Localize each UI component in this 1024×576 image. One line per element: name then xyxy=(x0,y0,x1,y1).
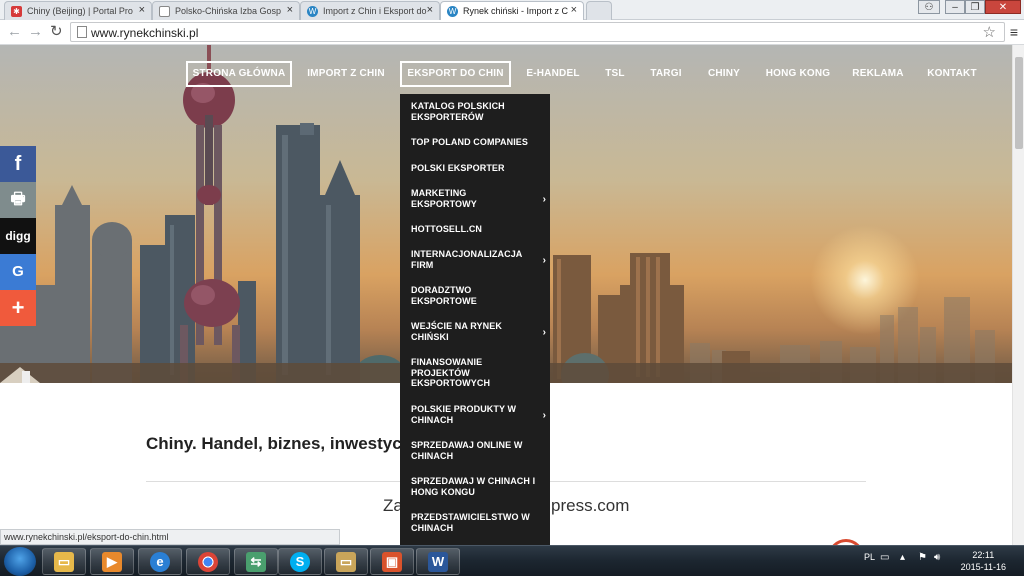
nav-targi[interactable]: TARGI xyxy=(646,61,686,87)
chevron-right-icon: › xyxy=(542,194,546,205)
subtitle-right-fragment: press.com xyxy=(551,496,630,515)
tray-chevron-icon[interactable]: ▴ xyxy=(900,552,905,563)
close-icon[interactable]: × xyxy=(571,4,577,16)
taskbar-explorer[interactable]: ▭ xyxy=(42,548,86,575)
taskbar-folder[interactable]: ▭ xyxy=(324,548,368,575)
google-share-icon[interactable]: G xyxy=(0,254,36,290)
reload-icon[interactable]: ↻ xyxy=(50,23,63,41)
page-headline: Chiny. Handel, biznes, inwestycj xyxy=(146,434,407,453)
digg-share-icon[interactable]: digg xyxy=(0,218,36,254)
hamburger-menu-icon[interactable]: ≡ xyxy=(1010,24,1018,40)
eksport-dropdown-menu: KATALOG POLSKICH EKSPORTERÓW TOP POLAND … xyxy=(400,94,550,545)
tab-izba-gospodarcza[interactable]: Polsko-Chińska Izba Gosp × xyxy=(152,1,300,20)
language-indicator[interactable]: PL xyxy=(864,552,875,562)
dropdown-item-hottosell[interactable]: HOTTOSELL.CN xyxy=(411,224,541,235)
browser-toolbar: ← → ↻ www.rynekchinski.pl ☆ ≡ xyxy=(0,20,1024,45)
page-icon xyxy=(159,6,170,17)
folder-icon: ▭ xyxy=(54,552,74,572)
window-close-icon[interactable]: ✕ xyxy=(985,0,1021,14)
taskbar-skype[interactable]: S xyxy=(278,548,322,575)
tab-label: Polsko-Chińska Izba Gosp xyxy=(175,6,282,16)
facebook-share-icon[interactable]: f xyxy=(0,146,36,182)
page-scrollbar[interactable] xyxy=(1012,45,1024,545)
nav-kontakt[interactable]: KONTAKT xyxy=(922,61,982,87)
taskbar-media-player[interactable]: ▶ xyxy=(90,548,134,575)
dropdown-item-top-poland[interactable]: TOP POLAND COMPANIES xyxy=(411,137,541,148)
more-share-icon[interactable]: + xyxy=(0,290,36,326)
address-bar[interactable]: www.rynekchinski.pl ☆ xyxy=(70,22,1005,42)
tab-label: Chiny (Beijing) | Portal Pro xyxy=(27,6,133,16)
back-arrow-icon[interactable]: ← xyxy=(7,23,22,41)
scrollbar-thumb[interactable] xyxy=(1015,57,1023,149)
presentation-icon: ▣ xyxy=(382,552,402,572)
folder-icon: ▭ xyxy=(336,552,356,572)
clock-time: 22:11 xyxy=(972,550,995,560)
bookmark-star-icon[interactable]: ☆ xyxy=(983,23,996,41)
taskbar-presentation[interactable]: ▣ xyxy=(370,548,414,575)
portal-favicon-icon: ✱ xyxy=(11,6,22,17)
status-url-bar: www.rynekchinski.pl/eksport-do-chin.html xyxy=(0,529,340,545)
minimize-icon[interactable]: – xyxy=(945,0,965,14)
network-icon: ⇆ xyxy=(246,552,266,572)
page-viewport: STRONA GŁÓWNA IMPORT Z CHIN EKSPORT DO C… xyxy=(0,45,1012,545)
nav-hong-kong[interactable]: HONG KONG xyxy=(762,61,834,87)
volume-icon[interactable]: 🔊︎ xyxy=(934,552,940,563)
screen: ✱ Chiny (Beijing) | Portal Pro × Polsko-… xyxy=(0,0,1024,576)
nav-chiny[interactable]: CHINY xyxy=(702,61,746,87)
dropdown-item-polski-eksporter[interactable]: POLSKI EKSPORTER xyxy=(411,163,541,174)
taskbar-word[interactable]: W xyxy=(416,548,460,575)
dropdown-item-wejscie-na-rynek[interactable]: WEJŚCIE NA RYNEK CHIŃSKI xyxy=(411,321,521,342)
restore-icon[interactable]: ❐ xyxy=(965,0,985,14)
wordpress-favicon-icon: W xyxy=(307,6,318,17)
new-tab-button[interactable] xyxy=(586,1,612,20)
nav-e-handel[interactable]: E-HANDEL xyxy=(522,61,584,87)
close-icon[interactable]: × xyxy=(427,4,433,16)
address-url[interactable]: www.rynekchinski.pl xyxy=(91,26,198,40)
dropdown-item-sprzedawaj-online[interactable]: SPRZEDAWAJ ONLINE W CHINACH xyxy=(411,440,536,461)
windows-start-button[interactable] xyxy=(4,547,36,576)
chevron-right-icon: › xyxy=(542,255,546,266)
close-icon[interactable]: × xyxy=(287,4,293,16)
forward-arrow-icon[interactable]: → xyxy=(28,23,43,41)
word-icon: W xyxy=(428,552,448,572)
system-clock[interactable]: 22:11 2015-11-16 xyxy=(961,549,1006,573)
tab-label: Import z Chin i Eksport do xyxy=(323,6,427,16)
taskbar-internet-explorer[interactable]: e xyxy=(138,548,182,575)
wordpress-favicon-icon: W xyxy=(447,6,458,17)
skype-icon: S xyxy=(290,552,310,572)
browser-tabstrip: ✱ Chiny (Beijing) | Portal Pro × Polsko-… xyxy=(0,0,1024,21)
print-icon[interactable]: 🖶 xyxy=(0,182,36,218)
ie-icon: e xyxy=(150,552,170,572)
dropdown-item-doradztwo[interactable]: DORADZTWO EKSPORTOWE xyxy=(411,285,501,306)
chrome-icon xyxy=(198,552,218,572)
keyboard-icon[interactable]: ▭ xyxy=(880,552,889,563)
dropdown-item-przedstawicielstwo[interactable]: PRZEDSTAWICIELSTWO W CHINACH xyxy=(411,512,541,533)
user-icon[interactable]: ⚇ xyxy=(918,0,940,14)
flag-icon[interactable]: ⚑ xyxy=(918,552,927,563)
nav-reklama[interactable]: REKLAMA xyxy=(848,61,908,87)
close-icon[interactable]: × xyxy=(139,4,145,16)
tab-label: Rynek chiński - Import z C xyxy=(463,6,569,16)
tab-import-z-chin[interactable]: W Import z Chin i Eksport do × xyxy=(300,1,440,20)
dropdown-item-finansowanie[interactable]: FINANSOWANIE PROJEKTÓW EKSPORTOWYCH xyxy=(411,357,501,389)
nav-eksport-do-chin[interactable]: EKSPORT DO CHIN xyxy=(400,61,511,87)
taskbar-network[interactable]: ⇆ xyxy=(234,548,278,575)
dropdown-item-polskie-produkty[interactable]: POLSKIE PRODUKTY W CHINACH xyxy=(411,404,531,425)
tab-rynek-chinski[interactable]: W Rynek chiński - Import z C × xyxy=(440,1,584,21)
tab-chiny-beijing[interactable]: ✱ Chiny (Beijing) | Portal Pro × xyxy=(4,1,152,20)
play-icon: ▶ xyxy=(102,552,122,572)
clock-date: 2015-11-16 xyxy=(960,562,1006,572)
dropdown-item-marketing[interactable]: MARKETING EKSPORTOWY xyxy=(411,188,521,209)
dropdown-item-sprzedawaj-hk[interactable]: SPRZEDAWAJ W CHINACH I HONG KONGU xyxy=(411,476,541,497)
page-info-icon[interactable] xyxy=(77,26,87,38)
windows-taskbar: ▭ ▶ e ⇆ S ▭ ▣ W PL ▭ ▴ ⚑ 🔊︎ 22:11 2015-1… xyxy=(0,545,1024,576)
nav-tsl[interactable]: TSL xyxy=(600,61,630,87)
chevron-right-icon: › xyxy=(542,410,546,421)
dropdown-item-internacjonalizacja[interactable]: INTERNACJONALIZACJA FIRM xyxy=(411,249,536,270)
nav-strona-glowna[interactable]: STRONA GŁÓWNA xyxy=(186,61,292,87)
chevron-right-icon: › xyxy=(542,327,546,338)
nav-import-z-chin[interactable]: IMPORT Z CHIN xyxy=(306,61,386,87)
dropdown-item-katalog[interactable]: KATALOG POLSKICH EKSPORTERÓW xyxy=(411,101,541,122)
taskbar-chrome[interactable] xyxy=(186,548,230,575)
